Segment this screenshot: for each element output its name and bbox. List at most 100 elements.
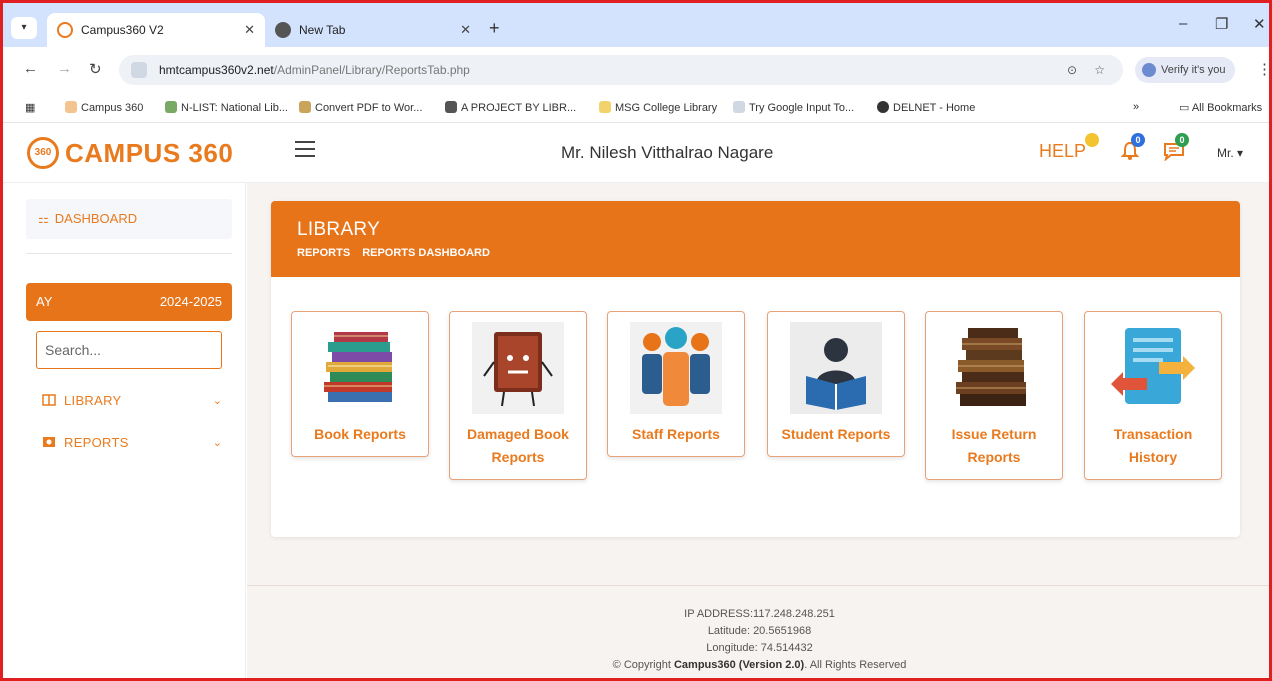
tab-search-button[interactable]: ▾	[11, 17, 37, 39]
apps-grid-icon[interactable]: ▦	[25, 101, 35, 114]
back-icon[interactable]: ←	[23, 60, 38, 77]
url-field[interactable]: hmtcampus360v2.net/AdminPanel/Library/Re…	[119, 55, 1123, 85]
report-card-damaged-book-reports[interactable]: Damaged Book Reports	[449, 311, 587, 480]
google-input-icon	[733, 101, 745, 113]
report-card-staff-reports[interactable]: Staff Reports	[607, 311, 745, 457]
messages-count-badge: 0	[1175, 133, 1189, 147]
logo-badge-icon: 360	[27, 137, 59, 169]
bookmark-label: A PROJECT BY LIBR...	[461, 102, 577, 114]
help-badge	[1085, 133, 1099, 147]
bookmark-item[interactable]: DELNET - Home	[877, 101, 975, 114]
book-open-icon	[42, 394, 56, 406]
bookmark-item[interactable]: MSG College Library	[599, 101, 717, 114]
breadcrumb-item[interactable]: REPORTS DASHBOARD	[362, 247, 490, 259]
folder-icon: ▭	[1179, 102, 1192, 114]
close-window-icon[interactable]: ✕	[1253, 15, 1266, 33]
report-image-icon	[43, 437, 55, 447]
user-menu-dropdown[interactable]: Mr. ▾	[1217, 146, 1243, 160]
bookmark-item[interactable]: N-LIST: National Lib...	[165, 101, 288, 114]
campus360-logo[interactable]: 360 CAMPUS 360	[27, 137, 233, 169]
reload-icon[interactable]: ↻	[89, 60, 102, 78]
bookmark-label: MSG College Library	[615, 102, 718, 114]
student-reading-icon	[790, 322, 882, 414]
card-label: Issue Return Reports	[951, 426, 1037, 465]
site-info-icon[interactable]	[131, 62, 147, 78]
card-label: Damaged Book Reports	[467, 426, 569, 465]
sidebar-item-library[interactable]: LIBRARY ⌄	[42, 389, 222, 411]
bookmark-item[interactable]: Try Google Input To...	[733, 101, 854, 114]
card-label: Book Reports	[314, 426, 406, 442]
damaged-book-icon	[472, 322, 564, 414]
browser-menu-icon[interactable]: ⋮	[1257, 60, 1269, 78]
verify-profile-button[interactable]: Verify it's you	[1135, 57, 1236, 83]
bookmark-item[interactable]: Convert PDF to Wor...	[299, 101, 422, 114]
bookmark-item[interactable]: A PROJECT BY LIBR...	[445, 101, 576, 114]
old-books-icon	[956, 328, 1026, 406]
bookmark-favicon-icon	[65, 101, 77, 113]
bookmark-favicon-icon	[599, 101, 611, 113]
more-bookmarks-button[interactable]: »	[1133, 101, 1139, 113]
user-full-name: Mr. Nilesh Vitthalrao Nagare	[561, 143, 774, 162]
latitude: Latitude: 20.5651968	[707, 625, 812, 637]
academic-year-selector[interactable]: AY 2024-2025	[26, 283, 232, 321]
bookmark-favicon-icon	[299, 101, 311, 113]
sidebar-search-input[interactable]	[36, 331, 222, 369]
browser-tab-bar: ▾ Campus360 V2 ✕ New Tab ✕ + – ❐ ✕	[3, 3, 1269, 47]
app-header: 360 CAMPUS 360 Mr. Nilesh Vitthalrao Nag…	[3, 123, 1269, 183]
card-label: Student Reports	[781, 426, 891, 442]
forward-icon[interactable]: →	[57, 60, 72, 77]
report-card-transaction-history[interactable]: Transaction History	[1084, 311, 1222, 480]
all-bookmarks-label: All Bookmarks	[1191, 102, 1263, 114]
grid-icon: ⚏	[38, 212, 49, 226]
report-card-book-reports[interactable]: Book Reports	[291, 311, 429, 457]
bookmark-favicon-icon	[877, 101, 889, 113]
logo-text: CAMPUS 360	[65, 137, 234, 168]
bookmark-label: DELNET - Home	[893, 102, 976, 114]
new-tab-button[interactable]: +	[489, 18, 500, 39]
copyright: © Copyright Campus360 (Version 2.0). All…	[247, 657, 1269, 674]
tab-new-tab[interactable]: New Tab ✕	[265, 13, 481, 47]
maximize-icon[interactable]: ❐	[1215, 15, 1228, 33]
chrome-favicon-icon	[275, 22, 291, 38]
bookmark-label: Try Google Input To...	[749, 102, 855, 114]
bookmark-favicon-icon	[165, 101, 177, 113]
minimize-icon[interactable]: –	[1179, 15, 1187, 32]
tab-close-icon[interactable]: ✕	[460, 22, 471, 38]
breadcrumb: REPORTS REPORTS DASHBOARD	[297, 247, 1214, 259]
url-path: /AdminPanel/Library/ReportsTab.php	[273, 63, 470, 77]
hamburger-menu-icon[interactable]	[295, 141, 315, 159]
bookmark-label: Campus 360	[81, 102, 144, 114]
all-bookmarks-button[interactable]: ▭ All Bookmarks	[1179, 101, 1262, 114]
ay-value: 2024-2025	[159, 294, 222, 309]
staff-group-icon	[630, 322, 722, 414]
sidebar: ⚏ DASHBOARD AY 2024-2025 LIBRARY ⌄ REPORT…	[6, 183, 246, 678]
card-label: Staff Reports	[632, 426, 720, 442]
campus360-favicon-icon	[57, 22, 73, 38]
bookmark-label: Convert PDF to Wor...	[315, 102, 423, 114]
tab-title: Campus360 V2	[81, 23, 164, 37]
ip-address: IP ADDRESS:117.248.248.251	[684, 608, 835, 620]
breadcrumb-item[interactable]: REPORTS	[297, 247, 350, 259]
report-card-student-reports[interactable]: Student Reports	[767, 311, 905, 457]
tab-campus360[interactable]: Campus360 V2 ✕	[47, 13, 265, 47]
copyright-brand: Campus360 (Version 2.0)	[673, 659, 805, 671]
report-card-issue-return-reports[interactable]: Issue Return Reports	[925, 311, 1063, 480]
bookmarks-bar: ▦ Campus 360 N-LIST: National Lib... Con…	[3, 93, 1269, 123]
transaction-document-icon	[1111, 328, 1195, 404]
sidebar-item-reports[interactable]: REPORTS ⌄	[42, 431, 222, 453]
browser-window: ▾ Campus360 V2 ✕ New Tab ✕ + – ❐ ✕ ← → ↻…	[0, 0, 1272, 681]
bookmark-favicon-icon	[445, 101, 457, 113]
copyright-suffix: . All Rights Reserved	[804, 659, 907, 671]
help-link[interactable]: HELP	[1039, 141, 1086, 162]
panel-header: LIBRARY REPORTS REPORTS DASHBOARD	[271, 201, 1240, 277]
longitude: Longitude: 74.514432	[706, 642, 813, 654]
page-title: LIBRARY	[297, 219, 381, 240]
ay-label: AY	[36, 294, 53, 309]
card-label: Transaction History	[1113, 426, 1193, 465]
bookmark-item[interactable]: Campus 360	[65, 101, 143, 114]
chevron-down-icon: ⌄	[212, 394, 222, 407]
tab-close-icon[interactable]: ✕	[244, 22, 255, 38]
bookmark-star-icon[interactable]: ☆	[1094, 55, 1105, 85]
location-icon[interactable]: ⊙	[1067, 55, 1077, 85]
sidebar-item-dashboard[interactable]: ⚏ DASHBOARD	[26, 199, 232, 239]
